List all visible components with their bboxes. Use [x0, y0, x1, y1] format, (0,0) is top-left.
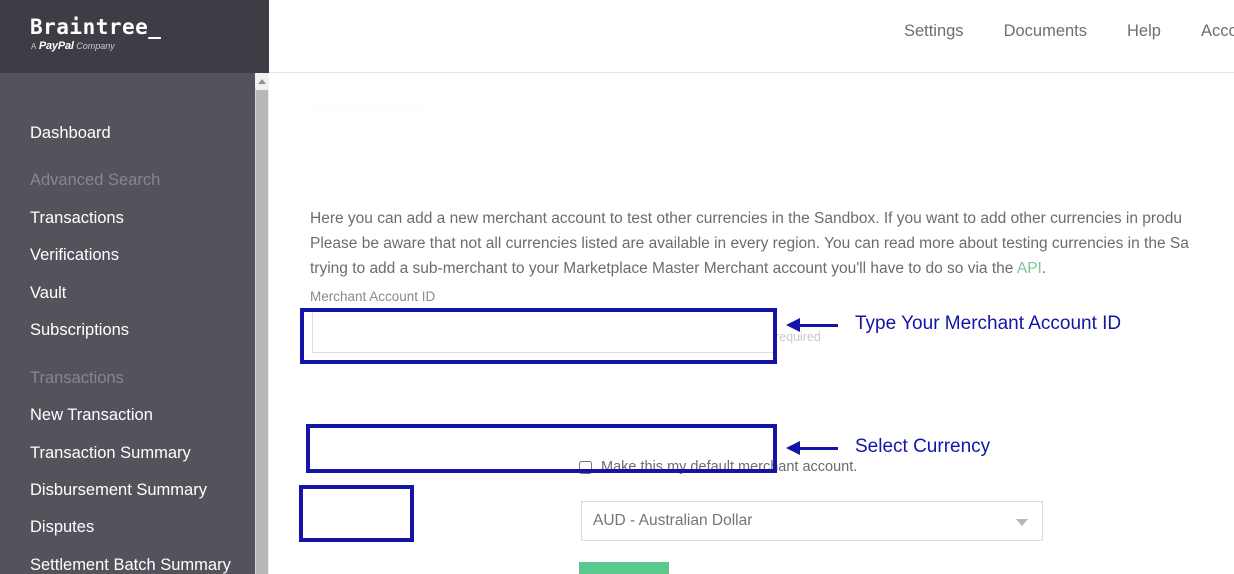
sidebar-item-settlement-batch-summary[interactable]: Settlement Batch Summary: [0, 547, 255, 574]
sidebar-item-new-transaction[interactable]: New Transaction: [0, 397, 255, 434]
sidebar-item-dashboard[interactable]: Dashboard: [0, 115, 255, 152]
sidebar-heading-transactions: Transactions: [30, 368, 124, 387]
browser-viewport: Braintree_ A PayPal Company Dashboard Ad…: [0, 0, 1234, 574]
required-note: required: [775, 330, 821, 344]
sidebar-item-disbursement-summary[interactable]: Disbursement Summary: [0, 472, 255, 509]
braintree-logo: Braintree_: [30, 15, 162, 39]
intro-line-3-period: .: [1041, 260, 1047, 277]
merchant-account-id-label: Merchant Account ID: [310, 289, 436, 304]
intro-line-3: trying to add a sub-merchant to your Mar…: [310, 256, 1234, 281]
currency-select[interactable]: AUD - Australian Dollar: [581, 501, 1043, 541]
tagline-suffix: Company: [76, 41, 115, 51]
main-content: Merchant Accounts Here you can add a new…: [269, 73, 1234, 574]
sidebar-item-transactions[interactable]: Transactions: [0, 200, 255, 237]
sidebar-item-transaction-summary[interactable]: Transaction Summary: [0, 435, 255, 472]
left-sidebar: Braintree_ A PayPal Company Dashboard Ad…: [0, 0, 269, 574]
default-merchant-account-label[interactable]: Make this my default merchant account.: [601, 459, 857, 475]
topnav-item-help[interactable]: Help: [1127, 22, 1161, 41]
save-button[interactable]: Save: [579, 562, 669, 574]
brand-header[interactable]: Braintree_ A PayPal Company: [0, 0, 269, 73]
sidebar-item-verifications[interactable]: Verifications: [0, 237, 255, 274]
sidebar-item-disputes[interactable]: Disputes: [0, 509, 255, 546]
chevron-down-icon: [1016, 519, 1028, 526]
top-navigation: Settings Documents Help Accoun: [904, 22, 1234, 41]
intro-paragraph: Here you can add a new merchant account …: [310, 206, 1234, 281]
intro-line-3-text: trying to add a sub-merchant to your Mar…: [310, 260, 1017, 277]
chevron-up-icon[interactable]: [255, 73, 269, 89]
intro-line-2: Please be aware that not all currencies …: [310, 235, 1189, 252]
page-title: Merchant Accounts: [310, 101, 426, 116]
default-merchant-account-row[interactable]: Make this my default merchant account.: [579, 459, 857, 475]
sidebar-nav: Dashboard Advanced Search Transactions V…: [0, 73, 255, 574]
top-header-bar: Settings Documents Help Accoun: [269, 0, 1234, 73]
tagline-prefix: A: [31, 42, 37, 51]
currency-select-value: AUD - Australian Dollar: [593, 512, 753, 529]
sidebar-heading-advanced-search: Advanced Search: [30, 171, 161, 190]
api-link[interactable]: API: [1017, 260, 1042, 277]
topnav-item-documents[interactable]: Documents: [1004, 22, 1087, 41]
paypal-wordmark: PayPal: [38, 40, 74, 52]
sidebar-scrollbar-thumb[interactable]: [256, 90, 268, 574]
default-merchant-account-checkbox[interactable]: [579, 460, 592, 474]
topnav-item-settings[interactable]: Settings: [904, 22, 964, 41]
topnav-item-account[interactable]: Accoun: [1201, 22, 1234, 41]
paypal-company-tagline: A PayPal Company: [31, 40, 115, 52]
sidebar-item-subscriptions[interactable]: Subscriptions: [0, 312, 255, 349]
intro-line-1: Here you can add a new merchant account …: [310, 210, 1182, 227]
sidebar-item-vault[interactable]: Vault: [0, 275, 255, 312]
merchant-account-id-input[interactable]: [312, 311, 777, 353]
